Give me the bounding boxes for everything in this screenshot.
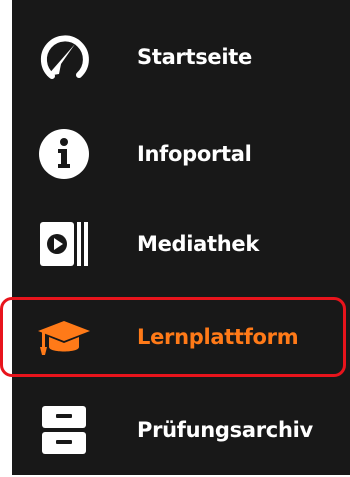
- sidebar-menu: Startseite Infoportal Mediathek Lernplat…: [12, 0, 350, 475]
- menu-item-label: Startseite: [137, 45, 252, 69]
- menu-item-lernplattform[interactable]: Lernplattform: [12, 290, 350, 384]
- menu-item-pruefungsarchiv[interactable]: Prüfungsarchiv: [12, 383, 350, 477]
- menu-item-label: Mediathek: [137, 232, 260, 256]
- menu-item-mediathek[interactable]: Mediathek: [12, 197, 350, 291]
- menu-item-label: Lernplattform: [137, 325, 299, 349]
- menu-item-infoportal[interactable]: Infoportal: [12, 107, 350, 201]
- info-icon: [36, 126, 92, 182]
- menu-item-label: Infoportal: [137, 142, 252, 166]
- menu-item-label: Prüfungsarchiv: [137, 418, 313, 442]
- archive-drawer-icon: [36, 402, 92, 458]
- menu-item-startseite[interactable]: Startseite: [12, 10, 350, 104]
- media-library-icon: [36, 216, 92, 272]
- graduation-cap-icon: [36, 309, 92, 365]
- dashboard-gauge-icon: [36, 29, 92, 85]
